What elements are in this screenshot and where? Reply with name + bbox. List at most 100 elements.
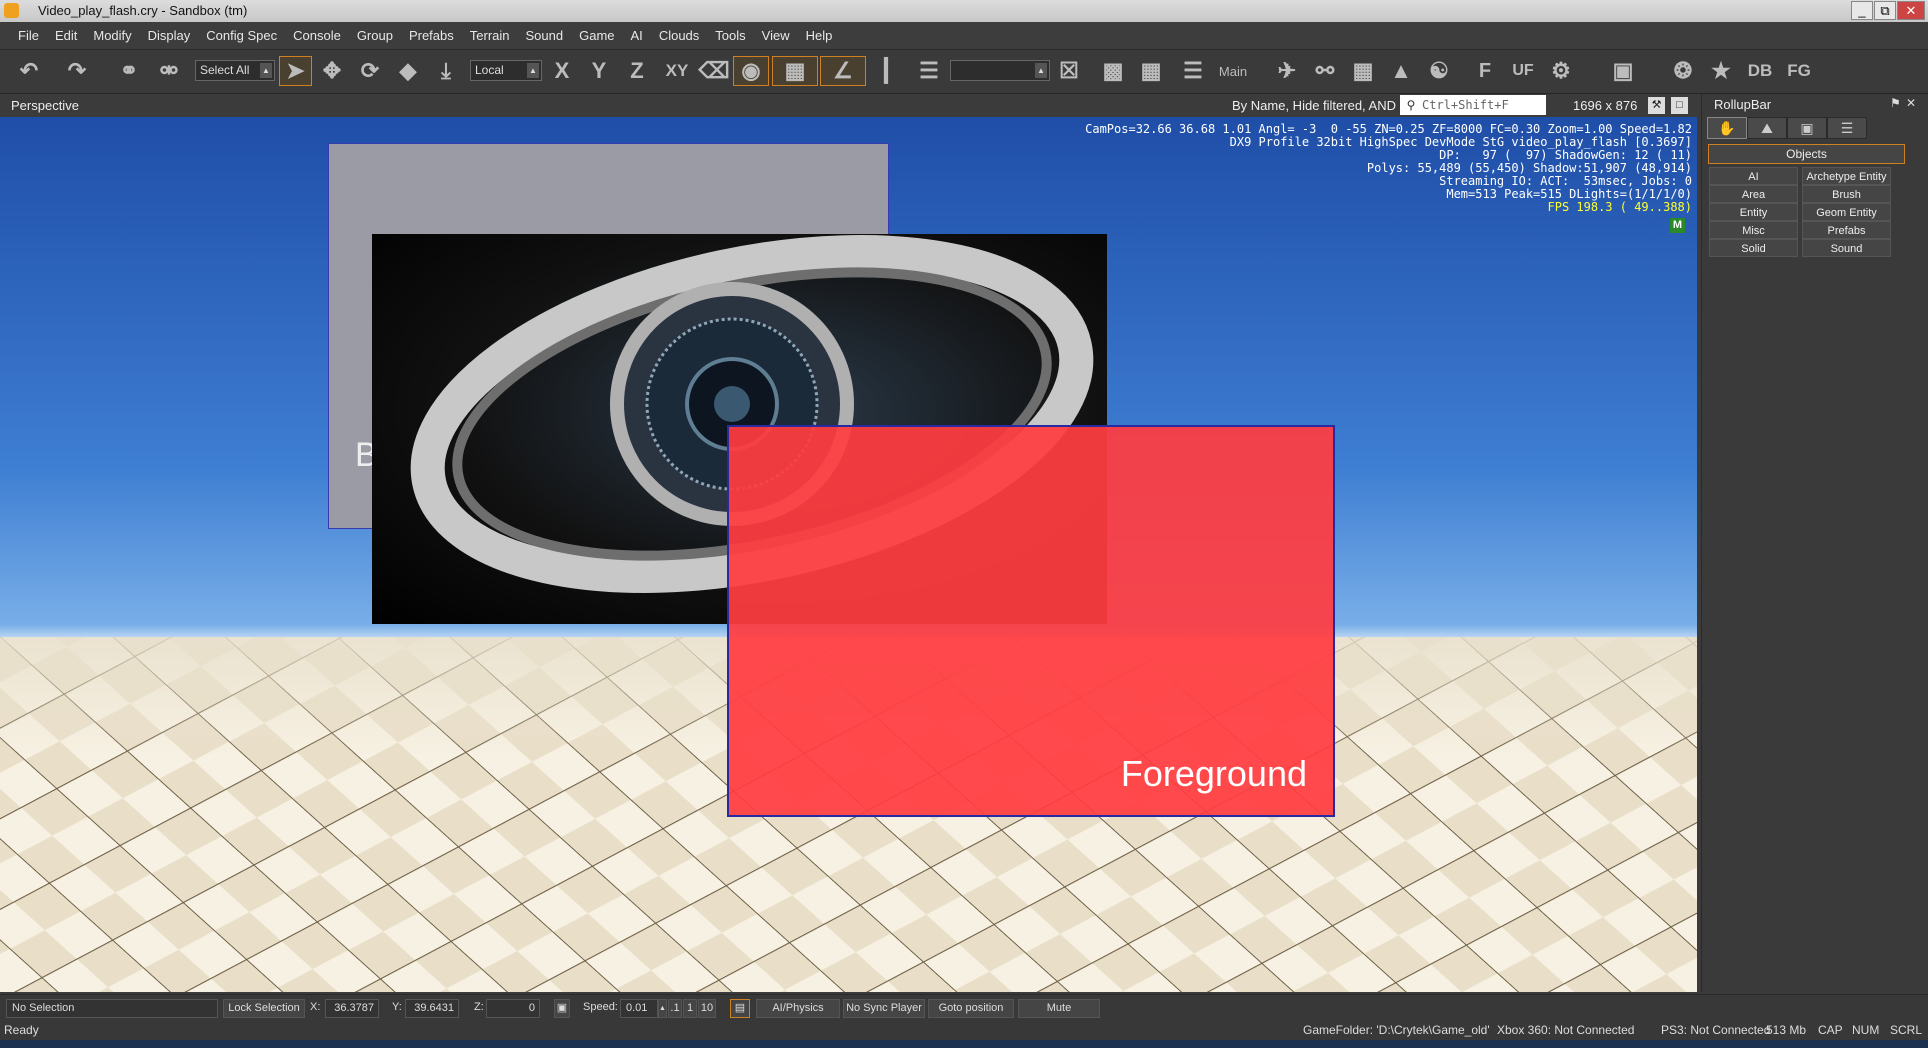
- viewport-settings-icon[interactable]: ⚒: [1648, 97, 1665, 114]
- pin-icon[interactable]: ⚑: [1890, 96, 1901, 110]
- mute-button[interactable]: Mute: [1018, 999, 1100, 1018]
- speed-preset-0-1[interactable]: .1: [668, 999, 682, 1018]
- axis-xy-button[interactable]: XY: [659, 56, 695, 86]
- vegetation-icon[interactable]: ☯: [1424, 56, 1454, 86]
- menu-edit[interactable]: Edit: [47, 22, 85, 49]
- select-mode-dropdown[interactable]: Select All ▲: [195, 60, 275, 81]
- object-button-geom-entity[interactable]: Geom Entity: [1802, 203, 1891, 221]
- ai-icon[interactable]: ❂: [1668, 56, 1698, 86]
- minimize-button[interactable]: _: [1851, 1, 1873, 20]
- object-button-misc[interactable]: Misc: [1709, 221, 1798, 239]
- menu-prefabs[interactable]: Prefabs: [401, 22, 462, 49]
- menu-help[interactable]: Help: [798, 22, 841, 49]
- drop-to-ground-icon[interactable]: ⤓: [430, 56, 462, 86]
- m-badge[interactable]: M: [1670, 218, 1685, 233]
- lock-selection-button[interactable]: Lock Selection: [223, 999, 305, 1018]
- scale-tool-icon[interactable]: ◆: [392, 56, 424, 86]
- restore-button[interactable]: ⧉: [1874, 1, 1896, 20]
- menu-display[interactable]: Display: [140, 22, 199, 49]
- menu-tools[interactable]: Tools: [707, 22, 753, 49]
- fly-tool-icon[interactable]: ✈: [1272, 56, 1302, 86]
- sync-player-button[interactable]: No Sync Player: [843, 999, 925, 1018]
- menu-clouds[interactable]: Clouds: [651, 22, 707, 49]
- menu-group[interactable]: Group: [349, 22, 401, 49]
- delete-selection-icon[interactable]: ☒: [1054, 56, 1084, 86]
- info-bar: Ready GameFolder: 'D:\Crytek\Game_old' X…: [0, 1021, 1928, 1040]
- menu-sound[interactable]: Sound: [518, 22, 572, 49]
- align-objects-icon[interactable]: ▦: [1136, 56, 1166, 86]
- object-button-archetype-entity[interactable]: Archetype Entity: [1802, 167, 1891, 185]
- menu-view[interactable]: View: [754, 22, 798, 49]
- undo-icon[interactable]: ↶: [14, 56, 44, 86]
- selection-list-icon[interactable]: ☰: [914, 56, 944, 86]
- gamepad-icon[interactable]: ▣: [1608, 56, 1638, 86]
- perspective-viewport[interactable]: B Foreground CamPos=32.66 36.68 1.01 Ang…: [0, 117, 1697, 992]
- speed-preset-1[interactable]: 1: [683, 999, 697, 1018]
- grid-icon[interactable]: ▦: [1348, 56, 1378, 86]
- app-icon[interactable]: [4, 3, 19, 18]
- menu-ai[interactable]: AI: [623, 22, 651, 49]
- objects-section-header[interactable]: Objects: [1708, 144, 1905, 164]
- select-tool-icon[interactable]: ➤: [279, 56, 312, 86]
- layers-icon[interactable]: ☰: [1178, 56, 1208, 86]
- coord-system-dropdown[interactable]: Local ▲: [470, 60, 542, 81]
- character-icon[interactable]: ★: [1706, 56, 1736, 86]
- physics-icon[interactable]: ⚯: [1310, 56, 1340, 86]
- rotate-tool-icon[interactable]: ⟳: [354, 56, 386, 86]
- terrain-tab-icon[interactable]: ⛰: [1747, 117, 1787, 139]
- flash-uf-button[interactable]: UF: [1508, 56, 1538, 86]
- gear-icon[interactable]: ⚙: [1546, 56, 1576, 86]
- axis-z-button[interactable]: Z: [623, 56, 651, 86]
- menu-modify[interactable]: Modify: [85, 22, 139, 49]
- object-button-entity[interactable]: Entity: [1709, 203, 1798, 221]
- angle-snap-icon[interactable]: ∠: [820, 56, 866, 86]
- object-button-prefabs[interactable]: Prefabs: [1802, 221, 1891, 239]
- menu-console[interactable]: Console: [285, 22, 349, 49]
- close-button[interactable]: ✕: [1897, 1, 1925, 20]
- axis-y-button[interactable]: Y: [585, 56, 613, 86]
- speed-preset-10[interactable]: 10: [698, 999, 716, 1018]
- object-button-solid[interactable]: Solid: [1709, 239, 1798, 257]
- object-button-area[interactable]: Area: [1709, 185, 1798, 203]
- flash-f-button[interactable]: F: [1470, 56, 1500, 86]
- speed-spinner-icon[interactable]: ▲: [658, 999, 667, 1018]
- maximize-viewport-icon[interactable]: □: [1671, 97, 1688, 114]
- menu-game[interactable]: Game: [571, 22, 622, 49]
- y-coordinate-field[interactable]: 39.6431: [405, 999, 459, 1018]
- z-coordinate-field[interactable]: 0: [486, 999, 540, 1018]
- save-selection-icon[interactable]: ▩: [1098, 56, 1128, 86]
- menu-file[interactable]: File: [0, 22, 47, 49]
- move-tool-icon[interactable]: ✥: [316, 56, 348, 86]
- fg-button[interactable]: FG: [1784, 56, 1814, 86]
- layer-main-label[interactable]: Main: [1210, 56, 1256, 86]
- x-coordinate-field[interactable]: 36.3787: [325, 999, 379, 1018]
- viewport-name[interactable]: Perspective: [11, 98, 79, 113]
- display-tab-icon[interactable]: ▣: [1787, 117, 1827, 139]
- game-mode-icon[interactable]: ▤: [730, 999, 750, 1018]
- db-button[interactable]: DB: [1745, 56, 1775, 86]
- layers-tab-icon[interactable]: ☰: [1827, 117, 1867, 139]
- foreground-flash-panel[interactable]: Foreground: [727, 425, 1335, 817]
- object-button-sound[interactable]: Sound: [1802, 239, 1891, 257]
- camera-snap-icon[interactable]: ◉: [733, 56, 769, 86]
- redo-icon[interactable]: ↷: [62, 56, 92, 86]
- menu-config-spec[interactable]: Config Spec: [198, 22, 285, 49]
- object-button-brush[interactable]: Brush: [1802, 185, 1891, 203]
- close-icon[interactable]: ✕: [1906, 96, 1916, 110]
- terrain-icon[interactable]: ▲: [1386, 56, 1416, 86]
- axis-x-button[interactable]: X: [548, 56, 576, 86]
- terrain-snap-icon[interactable]: ⌫: [698, 56, 730, 86]
- object-button-ai[interactable]: AI: [1709, 167, 1798, 185]
- goto-position-button[interactable]: Goto position: [928, 999, 1014, 1018]
- unlink-icon[interactable]: ⚮: [154, 56, 184, 86]
- lock-icon[interactable]: ▣: [554, 999, 570, 1018]
- speed-field[interactable]: 0.01: [620, 999, 658, 1018]
- link-icon[interactable]: ⚭: [114, 56, 144, 86]
- menu-terrain[interactable]: Terrain: [462, 22, 518, 49]
- search-input[interactable]: ⚲ Ctrl+Shift+F: [1400, 95, 1546, 115]
- objects-tab-icon[interactable]: ✋: [1707, 117, 1747, 139]
- grid-snap-icon[interactable]: ▦: [772, 56, 818, 86]
- ruler-icon[interactable]: ┃: [876, 56, 896, 86]
- named-selection-dropdown[interactable]: ▲: [950, 60, 1050, 81]
- ai-physics-button[interactable]: AI/Physics: [756, 999, 840, 1018]
